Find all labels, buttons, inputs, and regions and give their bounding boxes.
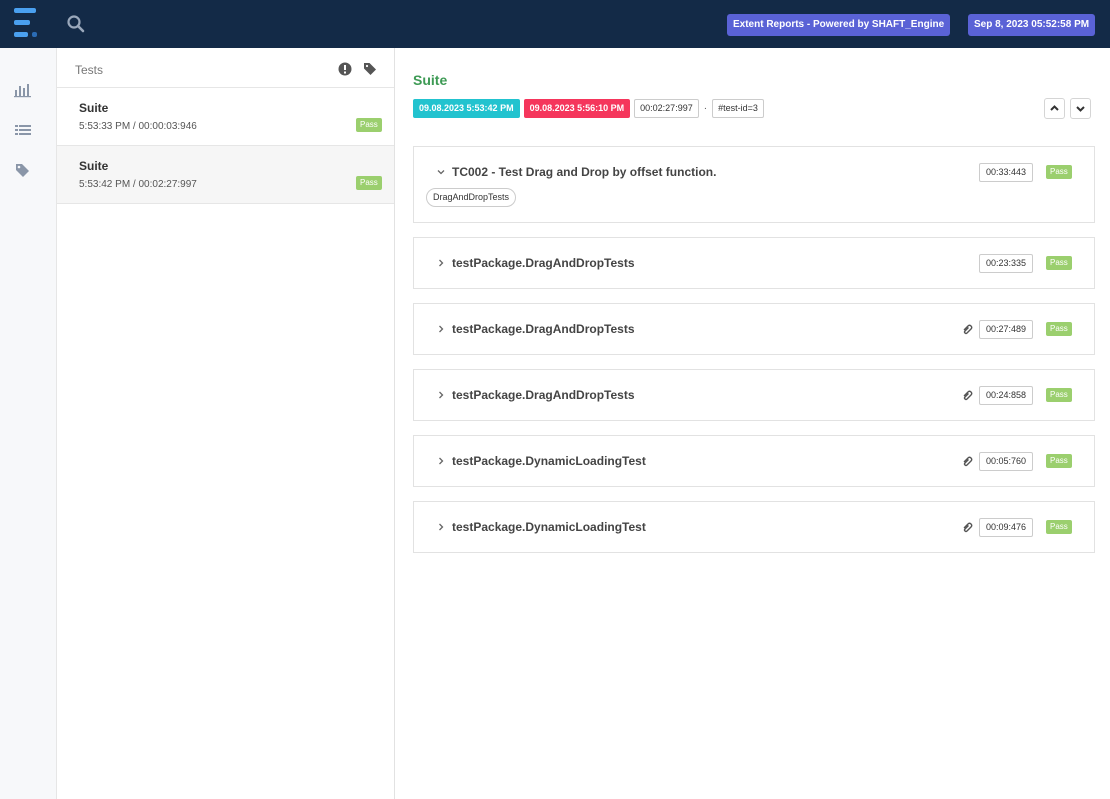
status-badge: Pass [1046,322,1072,336]
extent-logo-icon [12,8,40,38]
test-node-card[interactable]: testPackage.DragAndDropTests 00:27:489 P… [413,303,1095,355]
test-node-name: testPackage.DragAndDropTests [452,388,635,402]
test-node-card[interactable]: testPackage.DragAndDropTests 00:23:335 P… [413,237,1095,289]
test-list-title: Tests [75,63,104,77]
status-badge: Pass [1046,388,1072,402]
test-list-header: Tests [57,48,394,88]
test-node-name: testPackage.DynamicLoadingTest [452,520,646,534]
test-time: 5:53:33 PM / 00:00:03:946 [79,121,197,132]
duration-chip: 00:27:489 [979,320,1034,339]
attachment-icon[interactable] [961,389,973,401]
powered-by-badge: Extent Reports - Powered by SHAFT_Engine [727,14,951,36]
category-tag[interactable]: DragAndDropTests [426,188,517,207]
end-time-chip: 09.08.2023 5:56:10 PM [523,99,631,118]
test-detail-panel: Suite 09.08.2023 5:53:42 PM 09.08.2023 5… [395,48,1110,799]
test-node-name: testPackage.DragAndDropTests [452,256,635,270]
status-badge: Pass [1046,256,1072,270]
test-node-name: TC002 - Test Drag and Drop by offset fun… [452,165,717,179]
collapse-all-button[interactable] [1044,98,1065,119]
chevron-right-icon [439,391,444,399]
test-list-panel: Tests Suite 5:53:33 PM / 00:00:03:946 Pa… [57,48,395,799]
test-id-chip: #test-id=3 [712,99,764,118]
duration-chip: 00:33:443 [979,163,1034,182]
test-node-card[interactable]: testPackage.DynamicLoadingTest 00:05:760… [413,435,1095,487]
tag-icon[interactable] [14,162,32,178]
test-node-card[interactable]: testPackage.DynamicLoadingTest 00:09:476… [413,501,1095,553]
attachment-icon[interactable] [961,323,973,335]
chevron-right-icon [439,523,444,531]
chevron-right-icon [439,259,444,267]
detail-meta-row: 09.08.2023 5:53:42 PM 09.08.2023 5:56:10… [413,99,768,118]
left-nav [0,48,57,799]
chevron-right-icon [439,457,444,465]
duration-chip: 00:24:858 [979,386,1034,405]
test-time: 5:53:42 PM / 00:02:27:997 [79,179,197,190]
duration-chip: 00:23:335 [979,254,1034,273]
list-icon[interactable] [14,122,32,138]
search-icon[interactable] [66,14,86,34]
detail-title: Suite [413,72,448,88]
report-date-badge: Sep 8, 2023 05:52:58 PM [968,14,1096,36]
attachment-icon[interactable] [961,455,973,467]
test-node-card[interactable]: testPackage.DragAndDropTests 00:24:858 P… [413,369,1095,421]
start-time-chip: 09.08.2023 5:53:42 PM [413,99,520,118]
test-node-name: testPackage.DynamicLoadingTest [452,454,646,468]
exception-filter-icon[interactable] [338,62,352,76]
tag-filter-icon[interactable] [363,62,377,76]
test-name: Suite [79,101,109,115]
chevron-down-icon [437,170,445,175]
status-badge: Pass [1046,520,1072,534]
expand-all-button[interactable] [1070,98,1091,119]
duration-chip: 00:09:476 [979,518,1034,537]
chevron-up-icon [1050,105,1059,111]
status-badge: Pass [1046,165,1072,179]
test-list-item[interactable]: Suite 5:53:33 PM / 00:00:03:946 Pass [57,88,394,146]
chevron-down-icon [1076,106,1085,112]
dashboard-chart-icon[interactable] [14,82,32,98]
duration-chip: 00:02:27:997 [634,99,699,118]
separator-dot: · [703,103,708,114]
status-badge: Pass [1046,454,1072,468]
top-header: Extent Reports - Powered by SHAFT_Engine… [0,0,1110,48]
status-badge: Pass [356,118,382,132]
duration-chip: 00:05:760 [979,452,1034,471]
test-list-item[interactable]: Suite 5:53:42 PM / 00:02:27:997 Pass [57,146,394,204]
test-node-card[interactable]: TC002 - Test Drag and Drop by offset fun… [413,146,1095,223]
chevron-right-icon [439,325,444,333]
attachment-icon[interactable] [961,521,973,533]
test-name: Suite [79,159,109,173]
status-badge: Pass [356,176,382,190]
test-node-name: testPackage.DragAndDropTests [452,322,635,336]
